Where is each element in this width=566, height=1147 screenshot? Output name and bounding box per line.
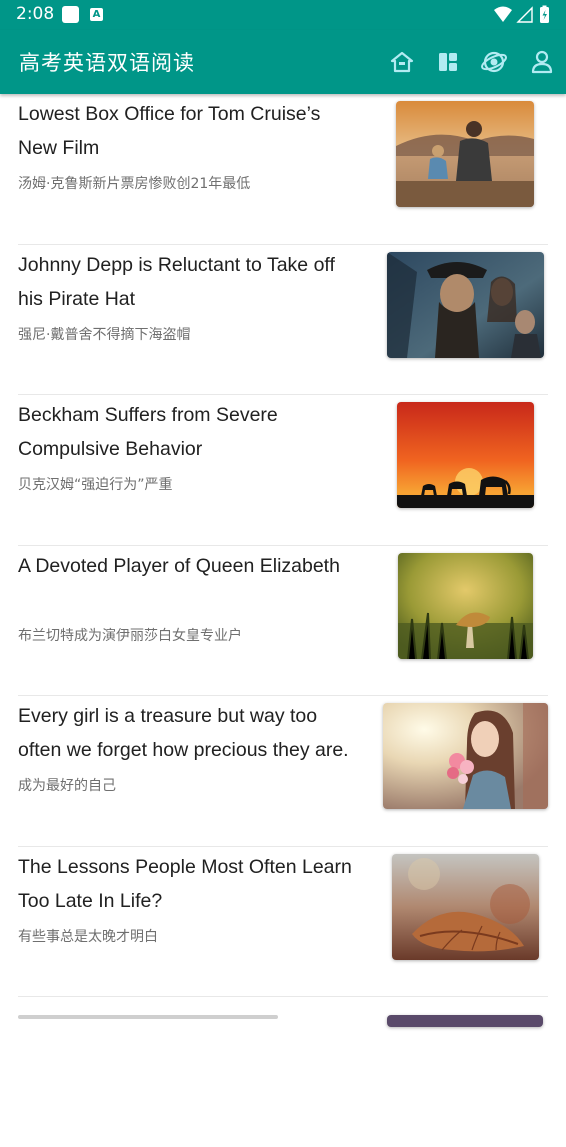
article-item[interactable]: The Lessons People Most Often Learn Too … [18, 847, 548, 997]
article-title: Johnny Depp is Reluctant to Take off his… [18, 253, 335, 310]
article-thumbnail [383, 703, 548, 809]
article-item[interactable]: Every girl is a treasure but way too oft… [18, 696, 548, 847]
signal-icon [516, 6, 533, 23]
status-bar: 2:08 A [0, 0, 566, 30]
article-subtitle: 汤姆·克鲁斯新片票房惨败创21年最低 [18, 176, 251, 192]
wifi-icon [494, 6, 512, 22]
article-list: Lowest Box Office for Tom Cruise’s New F… [0, 94, 566, 1147]
home-icon[interactable] [388, 48, 416, 76]
article-subtitle: 成为最好的自己 [18, 778, 116, 794]
layout-icon[interactable] [434, 48, 462, 76]
status-time: 2:08 [16, 4, 55, 24]
article-thumbnail [387, 251, 544, 358]
article-thumbnail [387, 1015, 543, 1027]
article-item[interactable]: A Devoted Player of Queen Elizabeth 布兰切特… [18, 546, 548, 696]
article-title: A Devoted Player of Queen Elizabeth [18, 554, 340, 577]
article-subtitle: 强尼·戴普舍不得摘下海盗帽 [18, 326, 191, 343]
article-subtitle: 贝克汉姆“强迫行为”严重 [18, 477, 173, 493]
notification-square-icon [62, 6, 79, 23]
mushroom-in-grass-photo [398, 552, 533, 659]
article-item[interactable]: Lowest Box Office for Tom Cruise’s New F… [18, 94, 548, 245]
pirate-movie-poster-photo [387, 251, 544, 358]
article-thumbnail [398, 552, 533, 659]
battery-icon [540, 5, 549, 23]
girl-with-flowers-photo [383, 703, 548, 809]
article-thumbnail [397, 402, 534, 508]
status-indicators [492, 5, 552, 25]
app-bar-actions [388, 48, 553, 76]
app-bar: 高考英语双语阅读 [0, 30, 566, 94]
app-title: 高考英语双语阅读 [19, 51, 195, 75]
article-title: Lowest Box Office for Tom Cruise’s New F… [18, 103, 321, 159]
article-item[interactable]: Johnny Depp is Reluctant to Take off his… [18, 245, 548, 395]
article-item-partial[interactable] [18, 997, 548, 1147]
article-subtitle: 布兰切特成为演伊丽莎白女皇专业户 [18, 627, 242, 644]
elephants-at-sunset-photo [397, 402, 534, 508]
article-thumbnail [392, 853, 539, 960]
partial-title-placeholder [18, 1015, 278, 1019]
article-title: Every girl is a treasure but way too oft… [18, 705, 349, 761]
article-item[interactable]: Beckham Suffers from Severe Compulsive B… [18, 395, 548, 546]
a-badge-icon: A [90, 8, 103, 21]
user-icon[interactable] [528, 48, 556, 76]
article-thumbnail [396, 101, 534, 207]
article-title: Beckham Suffers from Severe Compulsive B… [18, 404, 278, 460]
planet-icon[interactable] [480, 48, 508, 76]
father-and-child-at-lake-photo [396, 101, 534, 207]
article-subtitle: 有些事总是太晚才明白 [18, 928, 158, 945]
article-title: The Lessons People Most Often Learn Too … [18, 855, 352, 912]
autumn-leaf-photo [392, 853, 539, 960]
